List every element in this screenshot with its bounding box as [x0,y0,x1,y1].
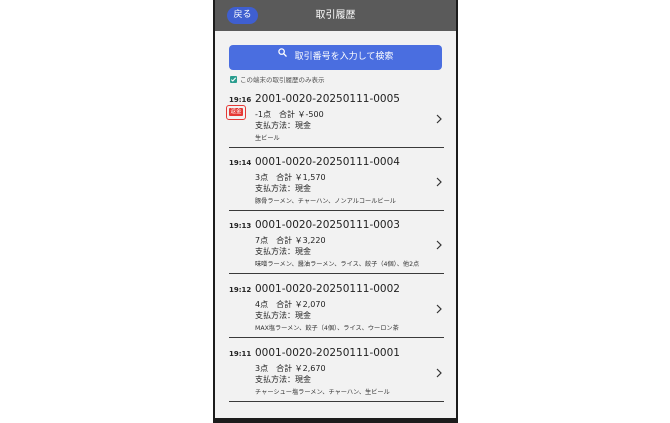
transaction-summary: -1点 合計 ￥-500 [255,110,324,119]
transaction-items: 味噌ラーメン、醤油ラーメン、ライス、餃子（4個）、他2点 [255,261,420,268]
transaction-time: 19:16 [229,96,252,104]
transaction-number: 0001-0020-20250111-0002 [255,283,400,295]
device-bottom-bezel [215,418,456,423]
refund-badge: 返金 [229,108,243,116]
transaction-items: 生ビール [255,135,280,142]
transaction-row[interactable]: 19:14 0001-0020-20250111-0004 3点 合計 ￥1,5… [229,154,444,211]
check-icon [230,76,237,82]
payment-method: 支払方法：現金 [255,184,311,193]
chevron-right-icon [436,368,442,378]
payment-method: 支払方法：現金 [255,247,311,256]
transaction-time: 19:11 [229,350,252,358]
transaction-number: 0001-0020-20250111-0001 [255,347,400,359]
chevron-right-icon [436,304,442,314]
filter-checkbox[interactable] [230,75,237,83]
chevron-right-icon [436,240,442,250]
transaction-summary: 4点 合計 ￥2,070 [255,300,326,309]
payment-method: 支払方法：現金 [255,311,311,320]
transaction-row[interactable]: 19:16 返金 2001-0020-20250111-0005 -1点 合計 … [226,91,444,148]
transaction-number: 2001-0020-20250111-0005 [255,93,400,105]
search-button[interactable]: 取引番号を入力して検索 [229,45,442,70]
transaction-summary: 7点 合計 ￥3,220 [255,236,326,245]
chevron-right-icon [436,177,442,187]
search-button-label: 取引番号を入力して検索 [294,52,394,62]
transaction-items: MAX塩ラーメン、餃子（4個）、ライス、ウーロン茶 [255,325,399,332]
transaction-row[interactable]: 19:11 0001-0020-20250111-0001 3点 合計 ￥2,6… [229,345,444,402]
transaction-summary: 3点 合計 ￥2,670 [255,364,326,373]
transaction-time: 19:12 [229,286,252,294]
app-header: 取引履歴 戻る [215,0,456,31]
chevron-right-icon [436,114,442,124]
filter-label: この端末の取引履歴のみ表示 [240,76,325,84]
transaction-number: 0001-0020-20250111-0004 [255,156,400,168]
transaction-items: 豚骨ラーメン、チャーハン、ノンアルコールビール [255,198,396,205]
payment-method: 支払方法：現金 [255,375,311,384]
transaction-history-screen: 取引番号を入力して検索 この端末の取引履歴のみ表示 19:16 返金 2001-… [215,31,456,418]
transaction-summary: 3点 合計 ￥1,570 [255,173,326,182]
device-only-filter[interactable]: この端末の取引履歴のみ表示 [230,74,325,86]
transaction-row[interactable]: 19:12 0001-0020-20250111-0002 4点 合計 ￥2,0… [229,281,444,338]
transaction-number: 0001-0020-20250111-0003 [255,219,400,231]
search-icon [277,43,287,68]
transaction-row[interactable]: 19:13 0001-0020-20250111-0003 7点 合計 ￥3,2… [229,217,444,274]
payment-method: 支払方法：現金 [255,121,311,130]
back-button[interactable]: 戻る [227,7,258,24]
transaction-time: 19:13 [229,222,252,230]
transaction-items: チャーシュー塩ラーメン、チャーハン、生ビール [255,389,390,396]
transaction-time: 19:14 [229,159,252,167]
